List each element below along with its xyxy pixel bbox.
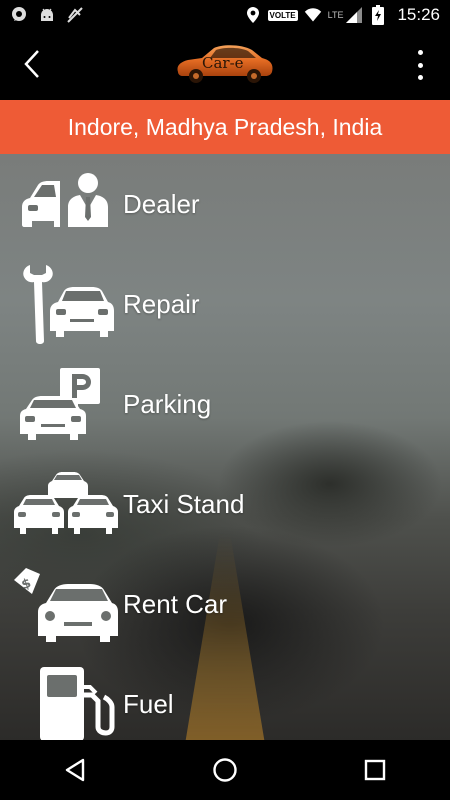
overflow-menu-icon — [417, 50, 423, 55]
logo-text: Car-e — [202, 54, 244, 72]
car-dealer-icon — [12, 159, 120, 249]
wifi-icon — [304, 6, 322, 24]
battery-charging-icon — [369, 5, 387, 25]
nav-home-button[interactable] — [195, 740, 255, 800]
menu-item-parking[interactable]: Parking — [0, 354, 450, 454]
location-text: Indore, Madhya Pradesh, India — [67, 113, 383, 140]
menu-item-rent-car[interactable]: $ Rent Car — [0, 554, 450, 654]
car-repair-icon — [12, 259, 120, 349]
chat-icon — [10, 6, 28, 24]
status-clock: 15:26 — [397, 5, 440, 24]
android-icon — [38, 6, 56, 24]
fuel-pump-icon — [12, 659, 120, 740]
menu-label: Parking — [123, 388, 212, 419]
back-arrow-icon — [24, 50, 39, 78]
home-nav-icon — [213, 758, 237, 782]
menu-label: Dealer — [123, 188, 200, 219]
back-button[interactable] — [14, 46, 50, 82]
menu-label: Fuel — [123, 688, 174, 719]
back-nav-icon — [65, 758, 85, 782]
status-bar: VOLTE LTE 15:26 — [0, 0, 450, 30]
overflow-menu-button[interactable] — [408, 50, 432, 80]
app-logo: Car-e — [172, 42, 276, 86]
volte-badge: VOLTE — [267, 9, 298, 21]
recents-nav-icon — [364, 759, 386, 781]
location-bar[interactable]: Indore, Madhya Pradesh, India — [0, 100, 450, 154]
parking-icon — [12, 359, 120, 449]
network-type: LTE — [327, 10, 344, 20]
app-bar: Car-e — [0, 30, 450, 100]
menu-item-fuel[interactable]: Fuel — [0, 654, 450, 740]
taxi-stand-icon — [12, 459, 120, 549]
menu-label: Rent Car — [123, 588, 228, 619]
menu-item-repair[interactable]: Repair — [0, 254, 450, 354]
service-menu: Dealer Repair Parking Taxi Stand $ Rent … — [0, 154, 450, 740]
nav-back-button[interactable] — [45, 740, 105, 800]
location-icon — [244, 6, 262, 24]
menu-label: Repair — [123, 288, 200, 319]
menu-item-taxi-stand[interactable]: Taxi Stand — [0, 454, 450, 554]
signal-icon — [345, 6, 363, 24]
no-sync-icon — [66, 6, 84, 24]
rent-car-icon: $ — [12, 559, 120, 649]
menu-label: Taxi Stand — [123, 488, 245, 519]
menu-item-dealer[interactable]: Dealer — [0, 154, 450, 254]
system-nav-bar — [0, 740, 450, 800]
nav-recents-button[interactable] — [345, 740, 405, 800]
